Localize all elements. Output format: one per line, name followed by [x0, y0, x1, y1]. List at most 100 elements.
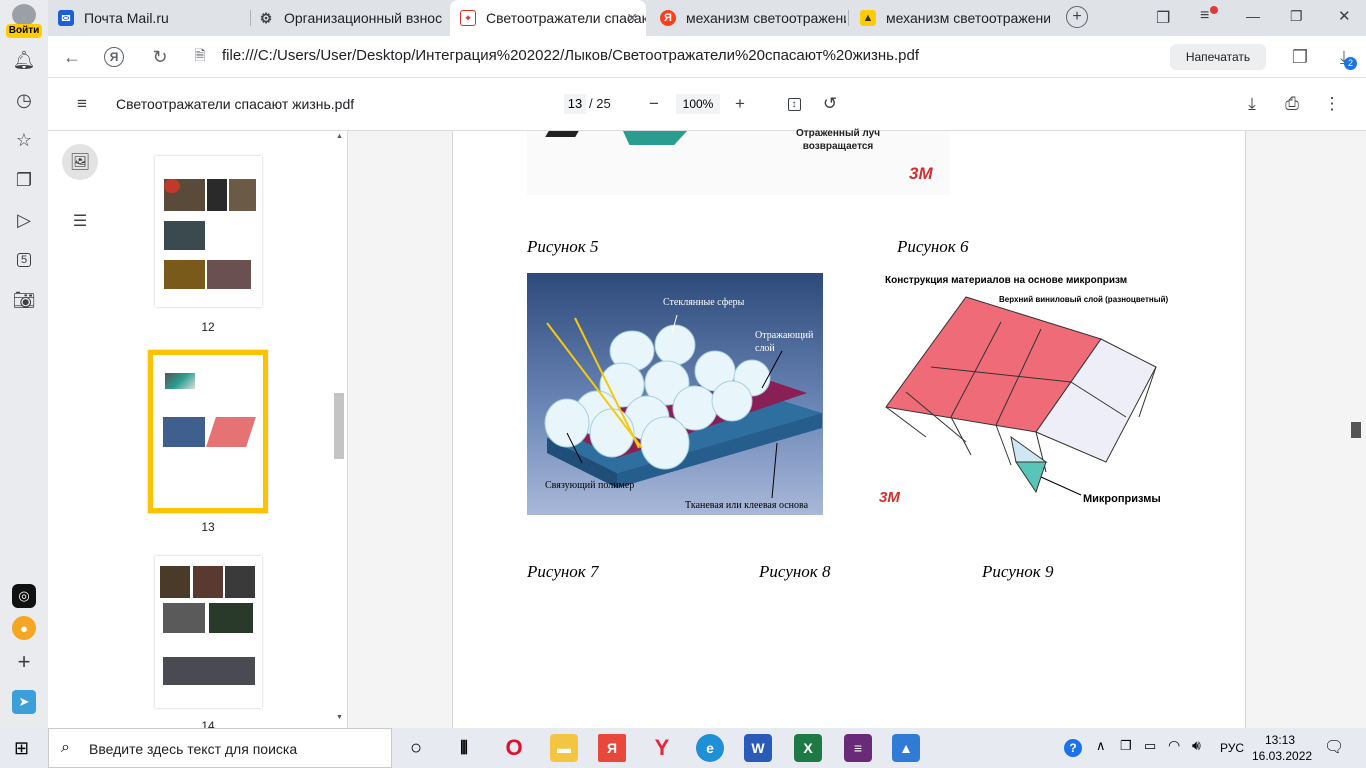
caption-8: Рисунок 8 [759, 562, 831, 581]
history-icon[interactable]: ◷ [12, 88, 36, 112]
yandex-browser-icon[interactable]: Я [598, 734, 626, 762]
avatar[interactable] [12, 4, 36, 26]
more-options-icon[interactable]: ⋮ [1320, 92, 1344, 116]
yandex-icon[interactable]: Y [648, 734, 676, 762]
minimize-icon[interactable]: — [1246, 8, 1260, 24]
thumbnails-view-icon[interactable]: 🖼︎ [62, 144, 98, 180]
zoom-level-input[interactable]: 100% [676, 94, 720, 114]
tab-separator [848, 10, 849, 26]
tab-label: Почта Mail.ru [84, 10, 169, 26]
page-number-input[interactable]: 13 [564, 94, 586, 114]
star-icon[interactable]: ☆ [12, 128, 36, 152]
add-icon[interactable]: + [12, 649, 36, 674]
collections-icon[interactable]: ❐ [12, 168, 36, 192]
downloads-icon[interactable]: ⤓ 2 [1332, 45, 1357, 70]
hamburger-menu-icon[interactable]: ≡ [70, 92, 94, 116]
close-window-icon[interactable]: ✕ [1338, 7, 1351, 25]
extensions-icon[interactable]: ❐ [1288, 45, 1312, 69]
back-icon[interactable]: ← [60, 45, 84, 69]
bell-icon[interactable]: 🔔︎ [12, 48, 36, 72]
outline-view-icon[interactable]: ☰ [62, 203, 98, 239]
tab-bar: ✉ Почта Mail.ru ⚙ Организационный взнос … [48, 0, 1366, 36]
taskbar-search-box[interactable]: ⌕ Введите здесь текст для поиска [48, 728, 392, 768]
alice-icon[interactable]: ◎ [12, 584, 36, 608]
pdf-page: Отраженный луч возвращается 3M Рисунок 5… [452, 128, 1246, 728]
excel-icon[interactable]: X [794, 734, 822, 762]
camera-icon[interactable]: 📷︎ [12, 288, 36, 312]
thumbnail-page-13[interactable] [148, 350, 268, 513]
five-icon[interactable]: 5 [12, 248, 36, 272]
send-icon[interactable]: ➤ [12, 690, 36, 714]
caption-7: Рисунок 7 [527, 562, 599, 581]
file-explorer-icon[interactable]: ▬ [550, 734, 578, 762]
caption-5: Рисунок 5 [527, 237, 599, 256]
task-view-icon[interactable]: ⫴ [450, 734, 478, 762]
play-icon[interactable]: ▷ [12, 208, 36, 232]
print-page-button[interactable]: Напечатать [1170, 44, 1266, 70]
scroll-down-arrow[interactable]: ▼ [336, 714, 343, 721]
document-title: Светоотражатели спасают жизнь.pdf [116, 96, 355, 112]
thumbnail-page-12[interactable] [155, 156, 262, 307]
volume-icon[interactable]: 🔊︎ [1192, 737, 1201, 754]
pdf-toolbar: ≡ Светоотражатели спасают жизнь.pdf 13 /… [48, 78, 1366, 131]
label-fabric-base: Тканевая или клеевая основа [685, 500, 809, 511]
windows-start-icon[interactable]: ⊞ [14, 738, 29, 759]
scroll-up-arrow[interactable]: ▲ [336, 133, 343, 140]
tab-yandex-search[interactable]: Я механизм светоотражени [650, 0, 846, 36]
clock-date: 16.03.2022 [1252, 749, 1313, 763]
clock[interactable]: 13:13 16.03.2022 [1252, 732, 1313, 764]
menu-icon[interactable]: ≡ [1200, 6, 1218, 25]
word-icon[interactable]: W [744, 734, 772, 762]
reflector-figure: Отраженный луч возвращается 3M [527, 128, 949, 195]
yandex-home-icon[interactable]: Я [104, 47, 124, 67]
mail-icon: ✉ [58, 10, 74, 26]
network-device-icon[interactable]: ❐ [1120, 738, 1132, 754]
login-button[interactable]: Войти [6, 24, 42, 38]
file-icon: 🗎︎ [194, 47, 206, 63]
photos-icon[interactable]: ▲ [892, 734, 920, 762]
pdf-icon: ⌖ [460, 10, 476, 26]
tab-yandex-images[interactable]: ▲ механизм светоотражени [850, 0, 1050, 36]
caption-9: Рисунок 9 [982, 562, 1054, 581]
yandex-icon: Я [660, 10, 676, 26]
app-icon[interactable]: ● [12, 616, 36, 640]
download-icon[interactable]: ⤓ [1240, 92, 1264, 116]
restore-icon[interactable]: ❐ [1290, 8, 1303, 25]
zoom-in-icon[interactable]: + [728, 92, 752, 116]
wifi-icon[interactable]: ◠ [1168, 737, 1180, 754]
tab-pdf[interactable]: ⌖ Светоотражатели спасают ✕ [450, 0, 646, 36]
print-icon[interactable]: ⎙ [1280, 92, 1304, 116]
taskbar-search-placeholder: Введите здесь текст для поиска [89, 741, 298, 757]
thumbnail-scrollbar[interactable] [334, 393, 344, 459]
rotate-icon[interactable]: ↺ [818, 92, 842, 116]
page-total: / 25 [589, 96, 611, 111]
gear-icon: ⚙ [259, 9, 273, 26]
figure-text: Отраженный луч возвращается [796, 128, 880, 152]
tab-org-fee[interactable]: ⚙ Организационный взнос [248, 0, 444, 36]
thumbnail-page-14[interactable] [155, 556, 262, 708]
microprisms-image: Конструкция материалов на основе микропр… [871, 267, 1169, 517]
battery-icon[interactable]: ▭ [1144, 738, 1156, 754]
language-indicator[interactable]: РУС [1220, 741, 1244, 755]
tab-label: Организационный взнос [284, 10, 443, 26]
new-tab-button[interactable]: + [1066, 6, 1088, 28]
zoom-out-icon[interactable]: − [642, 92, 666, 116]
page-scrollbar[interactable] [1351, 422, 1361, 438]
opera-icon[interactable]: O [500, 734, 528, 762]
close-icon[interactable]: ✕ [626, 10, 638, 27]
brand-3m-logo: 3M [879, 489, 900, 506]
url-field[interactable]: file:///C:/Users/User/Desktop/Интеграция… [222, 47, 919, 64]
notifications-icon[interactable]: 🗨︎ [1324, 737, 1344, 757]
downloads-badge: 2 [1344, 57, 1357, 70]
cortana-icon[interactable]: ○ [402, 734, 430, 762]
help-icon[interactable]: ? [1064, 739, 1082, 757]
winrar-icon[interactable]: ≡ [844, 734, 872, 762]
chevron-up-icon[interactable]: ∧ [1096, 738, 1106, 754]
thumbnail-panel: 🖼︎ ☰ 12 13 14 ▲ ▼ [48, 131, 348, 733]
tab-label: механизм светоотражени [886, 10, 1050, 26]
reload-icon[interactable]: ↻ [148, 45, 172, 69]
tab-mail[interactable]: ✉ Почта Mail.ru [48, 0, 244, 36]
bookmarks-icon[interactable]: ❐ [1156, 8, 1170, 28]
edge-icon[interactable]: e [696, 734, 724, 762]
fit-page-icon[interactable]: ↕ [782, 92, 806, 116]
